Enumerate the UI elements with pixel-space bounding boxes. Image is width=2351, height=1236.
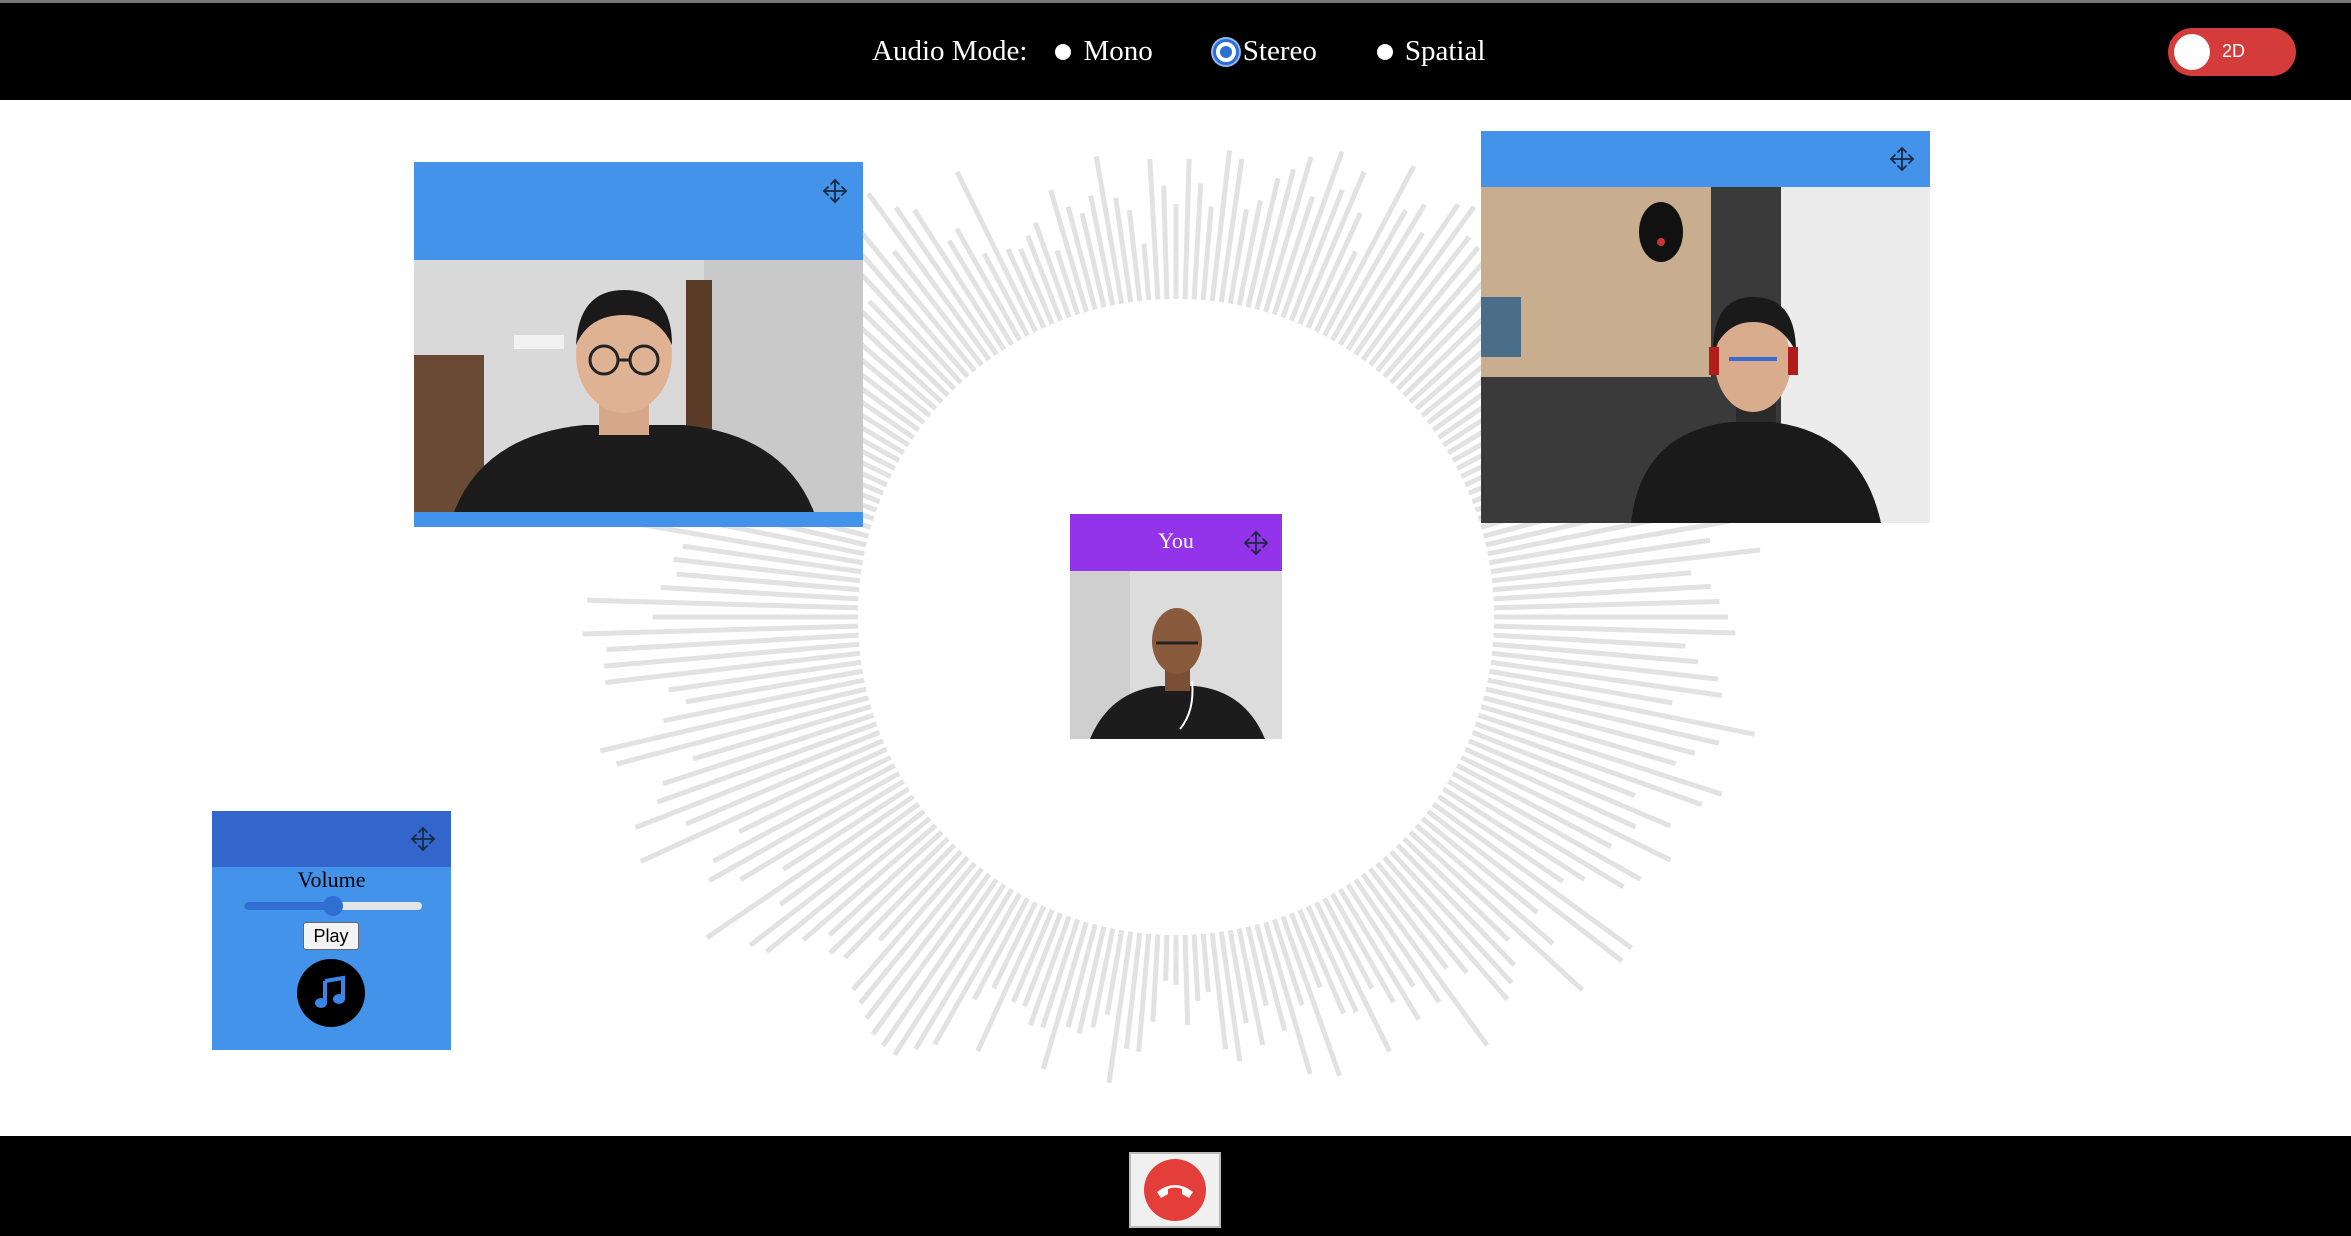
participant-tile-2[interactable] (1481, 131, 1930, 523)
visualizer-bar (1136, 933, 1152, 1053)
stereo-radio[interactable] (1212, 38, 1239, 65)
top-bar: Audio Mode: Mono Stereo Spatial 2D (0, 0, 2351, 100)
visualizer-bar (692, 704, 872, 762)
move-icon[interactable] (821, 177, 849, 205)
move-icon[interactable] (409, 825, 437, 853)
visualizer-bar (1493, 623, 1736, 636)
participant-tile-1-header[interactable] (414, 162, 863, 260)
visualizer-bar (1182, 158, 1192, 300)
move-icon[interactable] (1888, 145, 1916, 173)
hangup-button[interactable] (1129, 1152, 1221, 1228)
visualizer-bar (1200, 933, 1211, 993)
move-icon[interactable] (1242, 529, 1270, 557)
visualizer-bar (1141, 243, 1152, 301)
participant-2-video (1481, 187, 1930, 523)
self-video (1070, 571, 1282, 739)
visualizer-bar (1191, 183, 1204, 300)
mono-radio[interactable] (1055, 43, 1072, 60)
self-tile[interactable]: You (1070, 514, 1282, 739)
play-button[interactable]: Play (303, 922, 359, 950)
music-note-icon[interactable] (297, 959, 365, 1027)
audio-mode-group: Audio Mode: Mono Stereo Spatial (872, 3, 1485, 100)
visualizer-bar (1161, 185, 1170, 300)
visualizer-bar (1289, 188, 1345, 322)
volume-slider[interactable] (244, 896, 422, 916)
visualizer-bar (1182, 934, 1191, 1026)
mono-label: Mono (1083, 35, 1153, 67)
visualizer-bar (586, 597, 859, 611)
visualizer-bar (1493, 598, 1720, 611)
participant-tile-1[interactable] (414, 162, 863, 527)
spatial-label: Spatial (1404, 35, 1486, 67)
audio-mode-label: Audio Mode: (872, 35, 1028, 67)
visualizer-bar (1147, 158, 1161, 300)
audio-mode-spatial-option[interactable]: Spatial (1376, 35, 1486, 68)
visualizer-bar (1200, 206, 1214, 301)
spatial-stage: You Volume Play (0, 100, 2351, 1136)
toggle-knob (2174, 34, 2210, 70)
visualizer-bar (1150, 934, 1161, 1022)
visualizer-bar (582, 623, 859, 637)
stereo-label: Stereo (1242, 35, 1317, 67)
phone-hangup-icon (1144, 1159, 1206, 1221)
visualizer-bar (1054, 249, 1081, 316)
view-mode-toggle[interactable]: 2D (2168, 28, 2296, 76)
visualizer-bar (1163, 934, 1170, 981)
music-player-widget[interactable]: Volume Play (212, 811, 451, 1050)
audio-mode-mono-option[interactable]: Mono (1055, 35, 1153, 68)
volume-slider-fill (244, 902, 333, 910)
toggle-label: 2D (2222, 41, 2246, 61)
audio-mode-stereo-option[interactable]: Stereo (1212, 35, 1317, 68)
participant-1-video (414, 260, 863, 512)
volume-label: Volume (297, 867, 366, 892)
spatial-radio[interactable] (1376, 43, 1393, 60)
visualizer-bar (1191, 934, 1201, 1002)
volume-slider-thumb[interactable] (323, 896, 343, 916)
bottom-bar (0, 1136, 2351, 1236)
participant-tile-2-header[interactable] (1481, 131, 1930, 187)
